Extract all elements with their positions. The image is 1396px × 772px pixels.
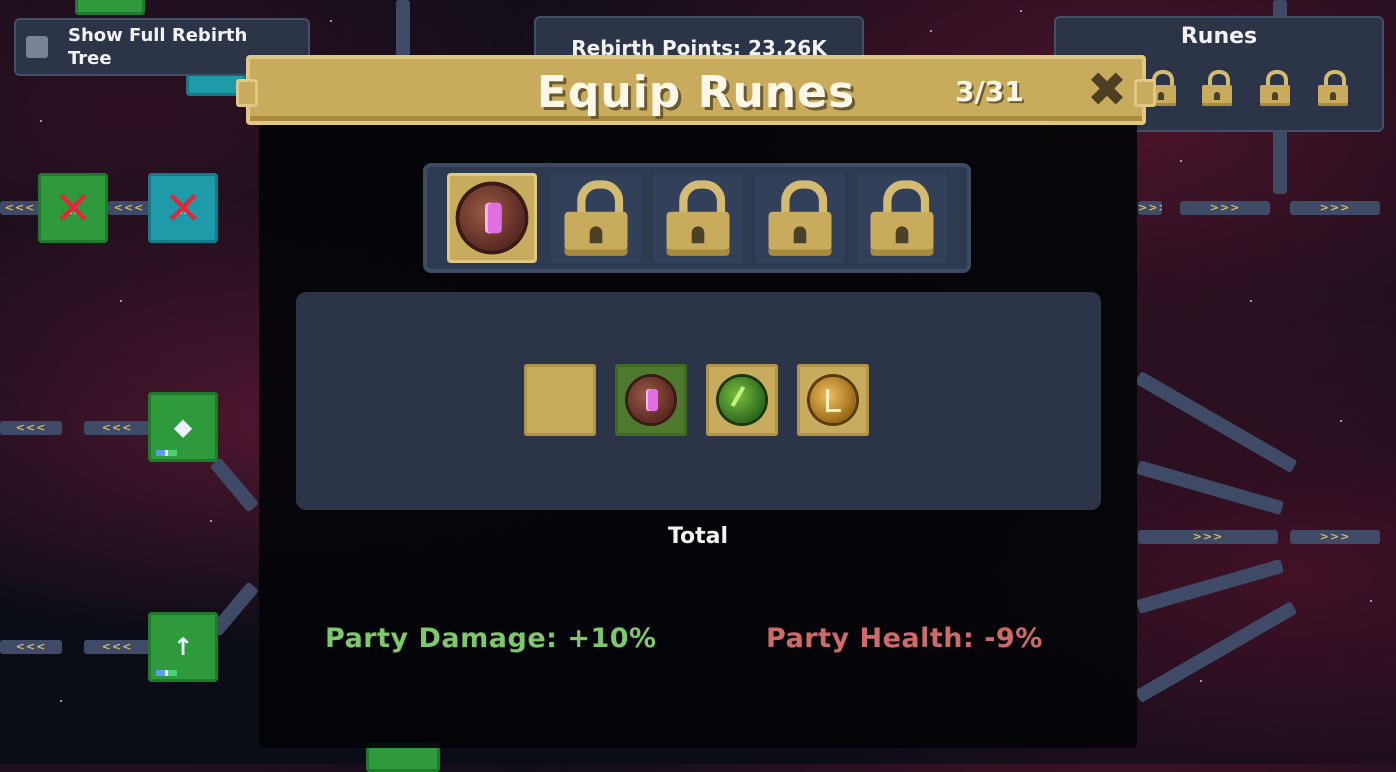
rune-count: 3/31 xyxy=(955,75,1024,108)
red-crystal-rune-icon xyxy=(628,377,674,423)
rune-slot-locked xyxy=(551,173,641,263)
rune-slot-locked xyxy=(653,173,743,263)
disabled-x-icon: ✕ xyxy=(53,181,93,235)
tree-link: >>> xyxy=(1138,530,1278,544)
rune-slot-equipped[interactable] xyxy=(447,173,537,263)
tree-link-vertical xyxy=(1273,124,1287,194)
tree-link: <<< xyxy=(108,201,150,215)
tree-link-diagonal xyxy=(1136,558,1285,614)
lock-icon xyxy=(870,180,934,256)
tree-link: <<< xyxy=(84,640,150,654)
party-health-stat: Party Health: -9% xyxy=(766,623,1043,654)
tree-link-vertical xyxy=(396,0,410,56)
tree-link: >>> xyxy=(1290,530,1380,544)
runes-panel-title: Runes xyxy=(1180,24,1258,49)
tree-node[interactable]: ◆ xyxy=(148,392,218,462)
tree-link-diagonal xyxy=(1134,370,1298,474)
tree-node[interactable]: ↑ xyxy=(148,612,218,682)
inventory-rune-red[interactable] xyxy=(615,364,687,436)
show-full-tree-label: Show Full Rebirth Tree xyxy=(68,25,248,69)
inventory-rune-green[interactable] xyxy=(706,364,778,436)
green-leaf-rune-icon xyxy=(719,377,765,423)
party-damage-stat: Party Damage: +10% xyxy=(325,623,657,654)
tree-link-diagonal xyxy=(1134,600,1298,704)
close-icon: ✖ xyxy=(1086,62,1128,118)
tree-link: <<< xyxy=(0,640,62,654)
rune-inventory xyxy=(296,292,1101,510)
tree-link: >>> xyxy=(1290,201,1380,215)
tree-node[interactable] xyxy=(75,0,145,15)
lock-icon xyxy=(1318,70,1348,106)
inventory-rune-gold[interactable] xyxy=(797,364,869,436)
party-mini-icon xyxy=(156,670,186,676)
arrow-up-icon: ↑ xyxy=(172,633,194,661)
gold-rune-icon xyxy=(810,377,856,423)
inventory-slot-empty[interactable] xyxy=(524,364,596,436)
red-crystal-rune-icon xyxy=(459,185,525,251)
tree-link: <<< xyxy=(0,201,40,215)
total-label: Total xyxy=(667,524,729,549)
tree-link-diagonal xyxy=(209,457,259,513)
modal-title-bar: Equip Runes 3/31 ✖ xyxy=(236,55,1156,125)
tree-node-disabled[interactable]: ⚔ ✕ xyxy=(38,173,108,243)
disabled-x-icon: ✕ xyxy=(163,181,203,235)
checkbox[interactable] xyxy=(26,36,48,58)
close-button[interactable]: ✖ xyxy=(1085,66,1129,114)
rune-slot-locked xyxy=(857,173,947,263)
tree-link: <<< xyxy=(0,421,62,435)
lock-icon xyxy=(1260,70,1290,106)
tree-link: <<< xyxy=(84,421,150,435)
tree-link-diagonal xyxy=(1136,460,1285,516)
rune-slots xyxy=(423,163,971,273)
lock-icon xyxy=(666,180,730,256)
party-mini-icon xyxy=(156,450,186,456)
lock-icon xyxy=(768,180,832,256)
tree-node-disabled[interactable]: ⚔ ✕ xyxy=(148,173,218,243)
lock-icon xyxy=(1202,70,1232,106)
rune-slot-locked xyxy=(755,173,845,263)
tree-link: >>> xyxy=(1138,201,1162,215)
tree-link: >>> xyxy=(1180,201,1270,215)
gem-icon: ◆ xyxy=(173,413,193,441)
lock-icon xyxy=(564,180,628,256)
